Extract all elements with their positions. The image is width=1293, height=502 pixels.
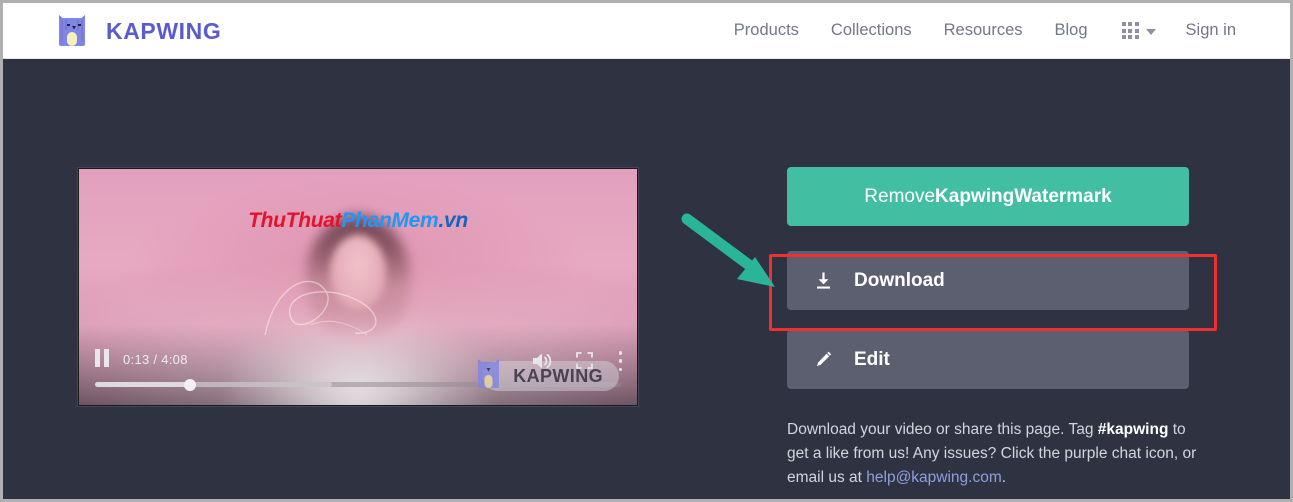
nav-link-blog[interactable]: Blog	[1039, 21, 1104, 40]
thuthuatphanmem-watermark: ThuThuatPhanMem.vn	[79, 209, 637, 233]
apps-menu-button[interactable]	[1104, 22, 1170, 39]
progress-fill	[95, 382, 190, 387]
player-controls: 0:13 / 4:08 KAPWING	[79, 333, 637, 405]
watermark-part-1: ThuThuat	[248, 209, 342, 232]
main-navigation: Products Collections Resources Blog Sign…	[718, 3, 1252, 58]
kapwing-export-page: KAPWING Products Collections Resources B…	[3, 3, 1290, 499]
brand-logo-link[interactable]: KAPWING	[55, 12, 221, 50]
sign-in-link[interactable]: Sign in	[1170, 21, 1252, 40]
watermark-part-2: PhanMem	[341, 209, 439, 232]
nav-link-collections[interactable]: Collections	[815, 21, 928, 40]
footer-help-text: Download your video or share this page. …	[787, 418, 1197, 490]
edit-button-label: Edit	[854, 348, 890, 370]
download-button[interactable]: Download	[787, 251, 1189, 310]
chevron-down-icon	[1145, 28, 1156, 35]
apps-grid-icon	[1121, 22, 1139, 39]
kapwing-video-watermark: KAPWING	[478, 359, 619, 391]
watermark-part-3: .vn	[438, 209, 468, 232]
actions-column: Remove Kapwing Watermark Download Edit	[787, 167, 1189, 389]
kapwing-cat-logo-icon	[478, 359, 500, 388]
brand-name: KAPWING	[106, 17, 222, 44]
pencil-icon	[817, 351, 832, 366]
remove-watermark-prefix: Remove	[864, 185, 936, 207]
download-button-label: Download	[854, 269, 945, 291]
support-email-link[interactable]: help@kapwing.com	[866, 469, 1002, 486]
progress-knob[interactable]	[184, 378, 197, 391]
kapwing-watermark-text: KAPWING	[513, 365, 603, 386]
more-vertical-icon[interactable]	[618, 351, 623, 371]
remove-watermark-suffix: Watermark	[1014, 185, 1112, 207]
footer-hashtag: #kapwing	[1097, 421, 1169, 438]
video-player[interactable]: ThuThuatPhanMem.vn 0:13 / 4:08 KAPWING	[77, 167, 639, 407]
nav-link-resources[interactable]: Resources	[928, 21, 1039, 40]
nav-link-products[interactable]: Products	[718, 21, 815, 40]
time-display: 0:13 / 4:08	[123, 352, 188, 367]
progress-buffer	[189, 382, 332, 387]
footer-period: .	[1001, 469, 1007, 486]
remove-watermark-brand: Kapwing	[935, 185, 1015, 207]
download-icon	[817, 272, 830, 289]
remove-watermark-button[interactable]: Remove Kapwing Watermark	[787, 167, 1189, 226]
kapwing-cat-logo-icon	[59, 15, 85, 46]
green-arrow-annotation	[681, 213, 775, 287]
site-header: KAPWING Products Collections Resources B…	[3, 3, 1290, 59]
video-frame[interactable]: ThuThuatPhanMem.vn 0:13 / 4:08 KAPWING	[79, 169, 637, 405]
edit-button[interactable]: Edit	[787, 330, 1189, 389]
footer-line-1: Download your video or share this page. …	[787, 421, 1094, 438]
pause-icon[interactable]	[95, 349, 110, 367]
